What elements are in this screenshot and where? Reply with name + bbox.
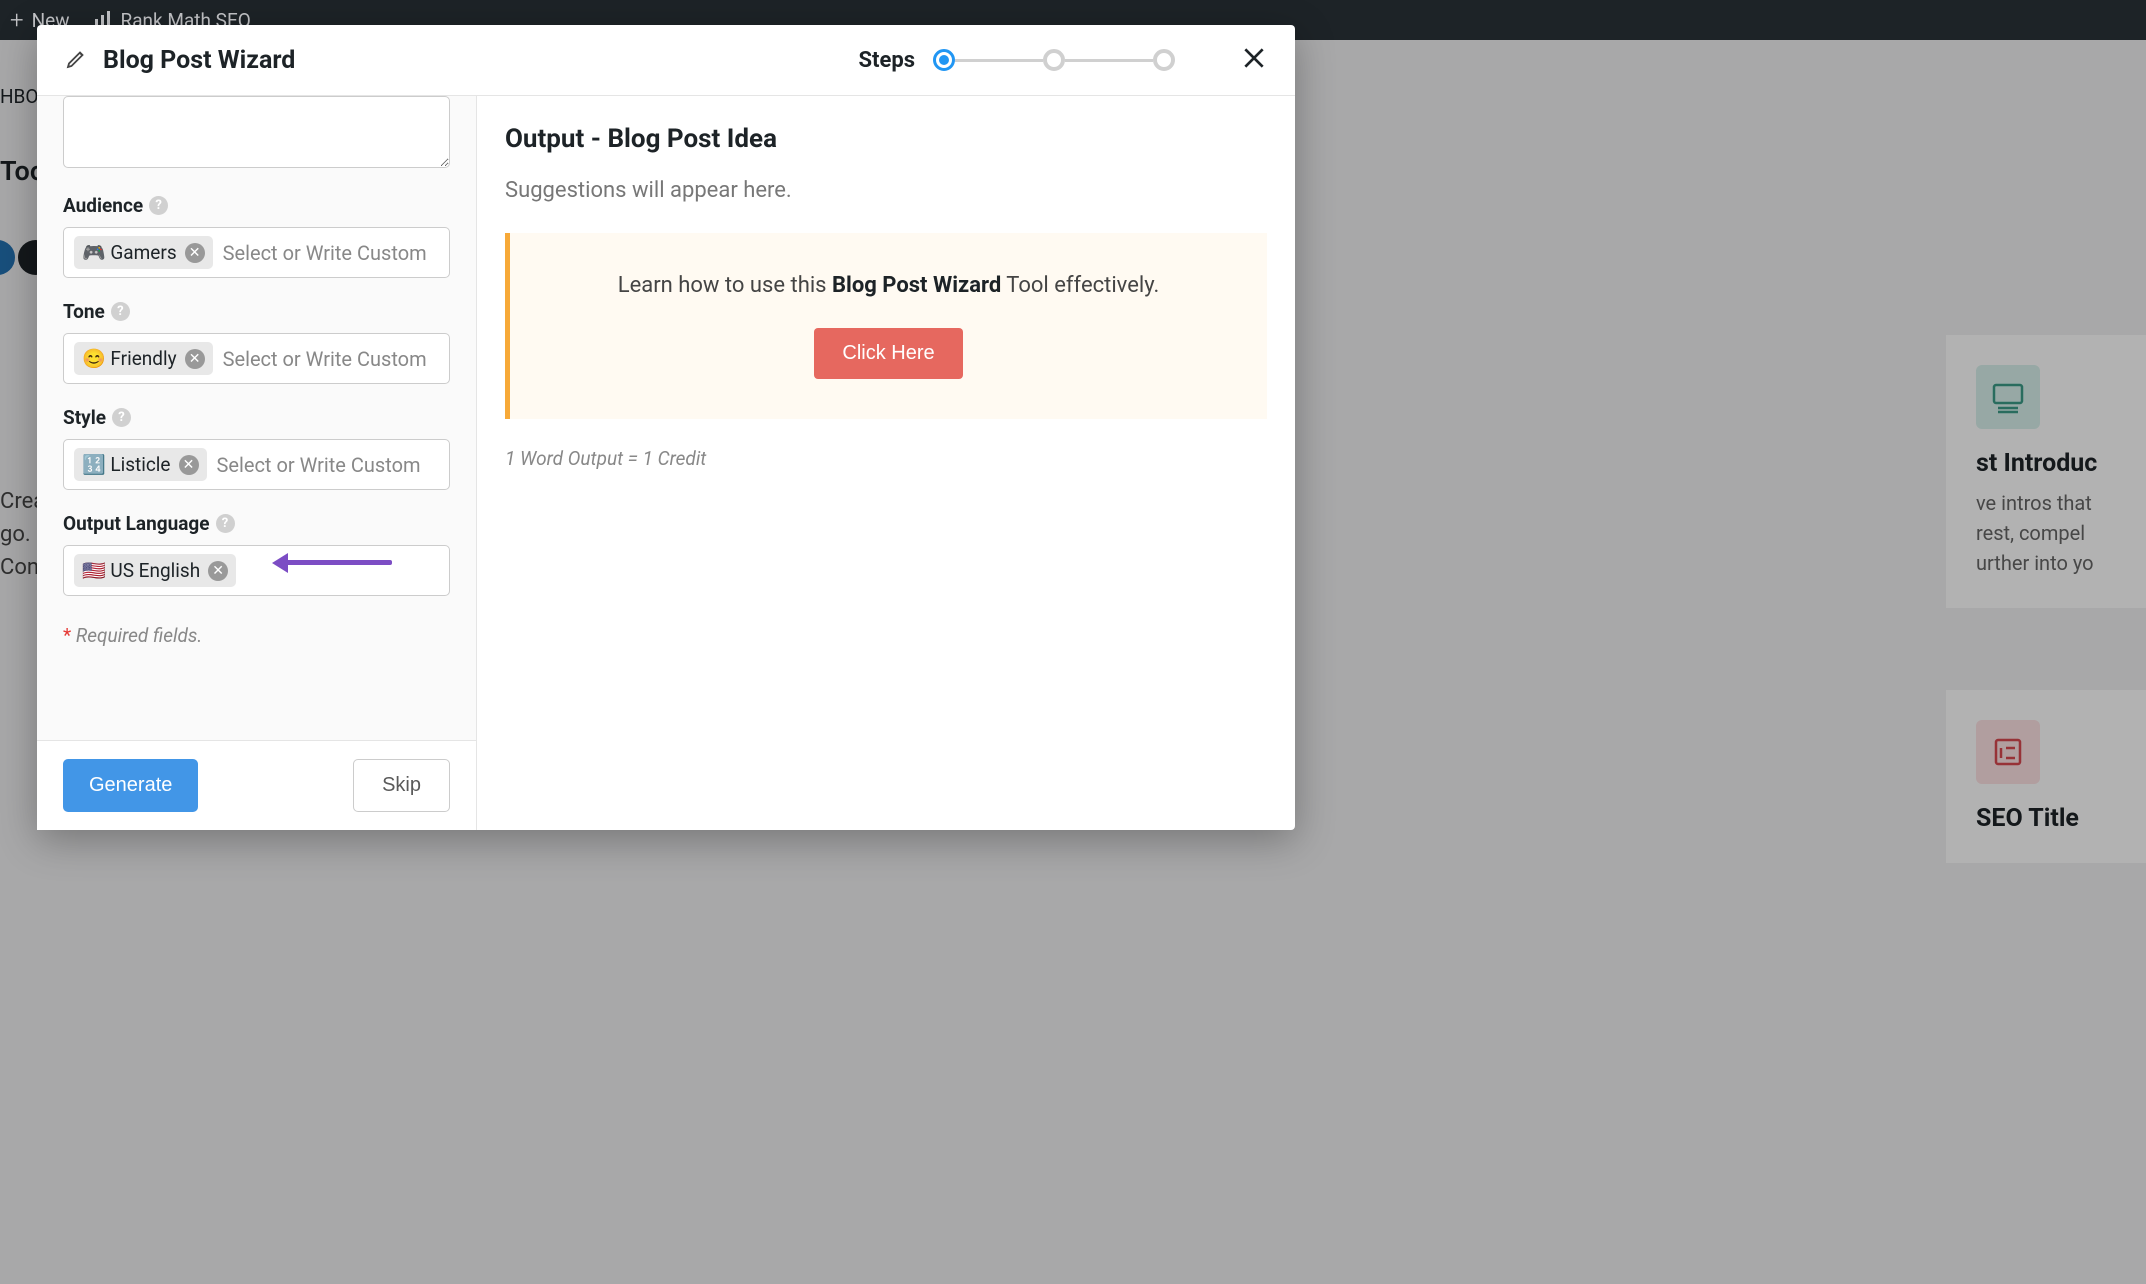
title-icon — [1976, 720, 2040, 784]
help-icon[interactable]: ? — [216, 514, 235, 533]
output-language-input[interactable]: 🇺🇸 US English ✕ — [63, 545, 450, 596]
output-language-tag: 🇺🇸 US English ✕ — [74, 554, 236, 587]
modal-title: Blog Post Wizard — [103, 46, 295, 75]
annotation-arrow — [282, 560, 392, 565]
audience-field: Audience ? 🎮 Gamers ✕ Select or Write Cu… — [63, 194, 450, 278]
style-input[interactable]: 🔢 Listicle ✕ Select or Write Custom — [63, 439, 450, 490]
backdrop-circle-blue — [0, 240, 15, 275]
topic-textarea[interactable] — [63, 96, 450, 168]
form-footer: Generate Skip — [37, 740, 476, 830]
info-callout: Learn how to use this Blog Post Wizard T… — [505, 233, 1267, 419]
help-icon[interactable]: ? — [112, 408, 131, 427]
audience-input[interactable]: 🎮 Gamers ✕ Select or Write Custom — [63, 227, 450, 278]
audience-tag: 🎮 Gamers ✕ — [74, 236, 213, 269]
audience-label: Audience — [63, 194, 143, 217]
info-text: Learn how to use this Blog Post Wizard T… — [540, 273, 1237, 298]
style-tag: 🔢 Listicle ✕ — [74, 448, 207, 481]
step-3-indicator — [1153, 49, 1175, 71]
help-icon[interactable]: ? — [149, 196, 168, 215]
output-panel: Output - Blog Post Idea Suggestions will… — [477, 96, 1295, 830]
output-language-label: Output Language — [63, 512, 210, 535]
output-heading: Output - Blog Post Idea — [505, 124, 1267, 154]
plus-icon: + — [10, 6, 24, 34]
tone-placeholder: Select or Write Custom — [223, 347, 427, 371]
tone-tag: 😊 Friendly ✕ — [74, 342, 213, 375]
bg-card-intro: st Introduc ve intros that rest, compel … — [1946, 335, 2146, 608]
step-1-indicator — [933, 49, 955, 71]
generate-button[interactable]: Generate — [63, 759, 198, 812]
pencil-icon — [65, 46, 89, 74]
form-panel: Audience ? 🎮 Gamers ✕ Select or Write Cu… — [37, 96, 477, 830]
output-language-field: Output Language ? 🇺🇸 US English ✕ — [63, 512, 450, 596]
modal-header: Blog Post Wizard Steps — [37, 25, 1295, 96]
help-icon[interactable]: ? — [111, 302, 130, 321]
steps-label: Steps — [858, 48, 915, 73]
style-field: Style ? 🔢 Listicle ✕ Select or Write Cus… — [63, 406, 450, 490]
credit-note: 1 Word Output = 1 Credit — [505, 447, 1267, 470]
tone-input[interactable]: 😊 Friendly ✕ Select or Write Custom — [63, 333, 450, 384]
click-here-button[interactable]: Click Here — [814, 328, 962, 379]
suggestions-placeholder: Suggestions will appear here. — [505, 178, 1267, 203]
remove-tag-button[interactable]: ✕ — [185, 243, 205, 263]
remove-tag-button[interactable]: ✕ — [208, 561, 228, 581]
step-2-indicator — [1043, 49, 1065, 71]
blog-post-wizard-modal: Blog Post Wizard Steps A — [37, 25, 1295, 830]
remove-tag-button[interactable]: ✕ — [179, 455, 199, 475]
audience-placeholder: Select or Write Custom — [223, 241, 427, 265]
monitor-icon — [1976, 365, 2040, 429]
required-note: * Required fields. — [63, 624, 450, 647]
tone-label: Tone — [63, 300, 105, 323]
skip-button[interactable]: Skip — [353, 759, 450, 812]
close-button[interactable] — [1241, 45, 1267, 75]
steps-progress — [933, 49, 1175, 71]
bg-card-seo: SEO Title — [1946, 690, 2146, 863]
remove-tag-button[interactable]: ✕ — [185, 349, 205, 369]
tone-field: Tone ? 😊 Friendly ✕ Select or Write Cust… — [63, 300, 450, 384]
style-placeholder: Select or Write Custom — [217, 453, 421, 477]
style-label: Style — [63, 406, 106, 429]
